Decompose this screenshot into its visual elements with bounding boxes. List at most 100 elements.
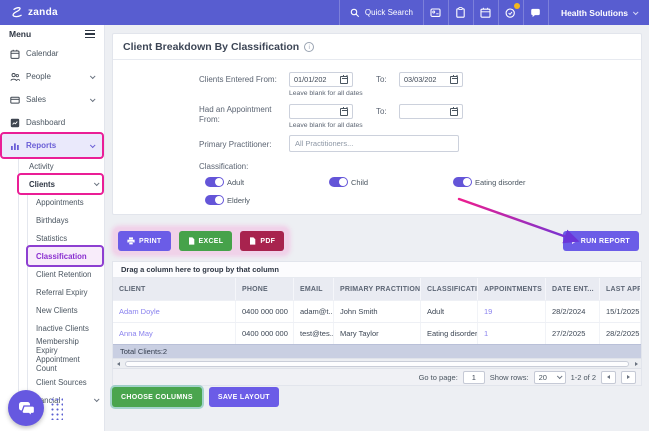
sidebar-item-label: Appointment Count [36, 355, 98, 373]
toggle-switch[interactable] [453, 177, 472, 187]
cell-date-entered: 27/2/2025 [546, 323, 600, 344]
previous-page-button[interactable] [601, 371, 616, 384]
drag-handle-dots[interactable] [50, 397, 63, 420]
chat-widget-icon [17, 400, 36, 417]
sidebar-item-client-sources[interactable]: Client Sources [28, 373, 102, 391]
sidebar-item-label: Membership Expiry [36, 337, 98, 355]
scroll-left-button[interactable] [113, 359, 123, 369]
chevron-down-icon [90, 96, 96, 102]
primary-practitioner-input[interactable] [295, 139, 453, 148]
sidebar-item-label: Inactive Clients [36, 324, 89, 333]
sidebar-item-people[interactable]: People [2, 65, 102, 88]
column-header-date-entered[interactable]: DATE ENT... [546, 278, 600, 300]
column-header-client[interactable]: CLIENT [113, 278, 236, 300]
table-row[interactable]: Anna May 0400 000 000 test@tes... Mary T… [113, 322, 641, 344]
table-row[interactable]: Adam Doyle 0400 000 000 adam@t... John S… [113, 300, 641, 322]
toggle-switch[interactable] [205, 195, 224, 205]
info-icon[interactable] [304, 42, 314, 52]
sidebar-item-reports[interactable]: Reports [2, 134, 102, 157]
page-number-input[interactable] [463, 371, 485, 384]
print-button[interactable]: PRINT [118, 231, 171, 251]
invoices-button[interactable] [448, 0, 473, 25]
column-header-email[interactable]: EMAIL [294, 278, 334, 300]
sidebar-item-clients[interactable]: Clients [19, 175, 102, 193]
excel-button[interactable]: EXCEL [179, 231, 233, 251]
calendar-picker-icon[interactable] [340, 76, 348, 84]
calendar-picker-icon[interactable] [340, 108, 348, 116]
had-appointment-to-field[interactable] [399, 104, 463, 119]
file-icon [188, 237, 195, 245]
had-appointment-from-input[interactable] [294, 107, 336, 116]
choose-columns-button[interactable]: CHOOSE COLUMNS [112, 387, 202, 407]
primary-practitioner-field[interactable] [289, 135, 459, 152]
clients-entered-from-input[interactable] [294, 75, 336, 84]
sidebar-item-statistics[interactable]: Statistics [28, 229, 102, 247]
sidebar-nav: Menu Calendar People [0, 25, 105, 431]
cell-appointments-link[interactable]: 1 [478, 323, 546, 344]
to-label: To: [376, 75, 387, 84]
pdf-button[interactable]: PDF [240, 231, 284, 251]
contacts-button[interactable] [423, 0, 448, 25]
clients-entered-from-field[interactable] [289, 72, 353, 87]
sidebar-item-inactive-clients[interactable]: Inactive Clients [28, 319, 102, 337]
topbar-right: Quick Search [339, 0, 649, 25]
chat-widget-button[interactable] [8, 390, 44, 426]
brand-logo[interactable]: zanda [0, 0, 58, 25]
cell-classification: Adult [421, 301, 478, 322]
clients-entered-to-field[interactable] [399, 72, 463, 87]
sidebar-item-new-clients[interactable]: New Clients [28, 301, 102, 319]
triangle-right-icon [627, 375, 630, 379]
cell-client-link[interactable]: Adam Doyle [113, 301, 236, 322]
sidebar-item-activity[interactable]: Activity [19, 157, 102, 175]
toggle-switch[interactable] [329, 177, 348, 187]
toggle-switch[interactable] [205, 177, 224, 187]
calendar-picker-icon[interactable] [450, 76, 458, 84]
helper-text: Leave blank for all dates [289, 90, 363, 97]
sidebar-item-appointment-count[interactable]: Appointment Count [28, 355, 102, 373]
had-appointment-from-field[interactable] [289, 104, 353, 119]
people-icon [10, 72, 20, 82]
sidebar-item-membership-expiry[interactable]: Membership Expiry [28, 337, 102, 355]
sidebar-item-appointments[interactable]: Appointments [28, 193, 102, 211]
calendar-picker-icon[interactable] [450, 108, 458, 116]
reports-icon [10, 141, 20, 151]
cell-appointments-link[interactable]: 19 [478, 301, 546, 322]
sidebar-item-calendar[interactable]: Calendar [2, 42, 102, 65]
group-by-bar[interactable]: Drag a column here to group by that colu… [113, 262, 641, 278]
sidebar-item-sales[interactable]: Sales [2, 88, 102, 111]
sidebar-item-label: Reports [26, 141, 56, 150]
next-page-button[interactable] [621, 371, 636, 384]
cell-client-link[interactable]: Anna May [113, 323, 236, 344]
sidebar-item-referral-expiry[interactable]: Referral Expiry [28, 283, 102, 301]
save-layout-button[interactable]: SAVE LAYOUT [209, 387, 279, 407]
messages-button[interactable] [523, 0, 548, 25]
sidebar-item-classification[interactable]: Classification [28, 247, 102, 265]
sidebar-item-client-retention[interactable]: Client Retention [28, 265, 102, 283]
tasks-button[interactable] [498, 0, 523, 25]
hamburger-menu-icon[interactable] [85, 30, 95, 38]
column-header-appointments[interactable]: APPOINTMENTS [478, 278, 546, 300]
toggle-adult: Adult [205, 177, 244, 187]
scroll-right-button[interactable] [631, 359, 641, 369]
scrollbar-thumb[interactable] [125, 361, 629, 367]
helper-text: Leave blank for all dates [289, 122, 363, 129]
clients-entered-to-input[interactable] [404, 75, 446, 84]
sidebar-item-label: Client Sources [36, 378, 87, 387]
sidebar-item-dashboard[interactable]: Dashboard [2, 111, 102, 134]
rows-per-page-select[interactable]: 20 [534, 371, 566, 384]
calendar-button[interactable] [473, 0, 498, 25]
column-header-classification[interactable]: CLASSIFICATI... [421, 278, 478, 300]
card-title-row: Client Breakdown By Classification [113, 34, 641, 60]
column-header-phone[interactable]: PHONE [236, 278, 294, 300]
column-header-practitioner[interactable]: PRIMARY PRACTITIONER [334, 278, 421, 300]
quick-search-button[interactable]: Quick Search [339, 0, 423, 25]
account-menu[interactable]: Health Solutions [548, 0, 649, 25]
run-report-button[interactable]: RUN REPORT [563, 231, 639, 251]
column-header-last-appointment[interactable]: LAST APPO [600, 278, 641, 300]
chevron-down-icon [94, 396, 100, 402]
had-appointment-to-input[interactable] [404, 107, 446, 116]
sidebar-item-label: New Clients [36, 306, 78, 315]
pagination-bar: Go to page: Show rows: 20 1-2 of 2 [113, 368, 641, 385]
chat-bubble-icon [530, 8, 541, 18]
sidebar-item-birthdays[interactable]: Birthdays [28, 211, 102, 229]
